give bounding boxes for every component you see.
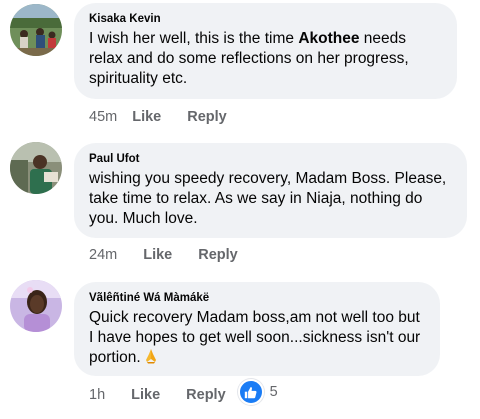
- comment-actions: 45m Like Reply: [89, 109, 227, 125]
- mention-link[interactable]: Akothee: [298, 30, 359, 47]
- comment-time[interactable]: 45m: [89, 109, 117, 125]
- like-button[interactable]: Like: [143, 247, 172, 263]
- comment-author[interactable]: Paul Ufot: [89, 153, 453, 165]
- comment-bubble: Paul Ufot wishing you speedy recovery, M…: [74, 143, 467, 238]
- avatar[interactable]: [10, 4, 62, 56]
- comment-actions: 24m Like Reply: [89, 247, 238, 263]
- reaction-count: 5: [269, 384, 278, 400]
- comment-author[interactable]: Vãlêñtiné Wá Màmákë: [89, 292, 426, 304]
- comment-text: Quick recovery Madam boss,am not well to…: [89, 308, 426, 370]
- folded-hands-icon: [143, 348, 159, 370]
- like-button[interactable]: Like: [132, 109, 161, 125]
- comment-text: I wish her well, this is the time Akothe…: [89, 30, 409, 87]
- avatar[interactable]: [10, 280, 62, 332]
- comment-actions: 1h Like Reply 5: [89, 379, 278, 405]
- reply-button[interactable]: Reply: [186, 387, 226, 403]
- comment-text: wishing you speedy recovery, Madam Boss.…: [89, 170, 447, 227]
- comment-bubble: Kisaka Kevin I wish her well, this is th…: [74, 3, 457, 99]
- reaction-summary[interactable]: 5: [237, 379, 278, 405]
- like-button[interactable]: Like: [131, 387, 160, 403]
- thumbs-up-icon: [237, 379, 264, 405]
- comment-time[interactable]: 1h: [89, 387, 105, 403]
- comment-bubble: Vãlêñtiné Wá Màmákë Quick recovery Madam…: [74, 282, 440, 376]
- reply-button[interactable]: Reply: [198, 247, 238, 263]
- comment-time[interactable]: 24m: [89, 247, 117, 263]
- reply-button[interactable]: Reply: [187, 109, 227, 125]
- comment-author[interactable]: Kisaka Kevin: [89, 13, 443, 25]
- avatar[interactable]: [10, 142, 62, 194]
